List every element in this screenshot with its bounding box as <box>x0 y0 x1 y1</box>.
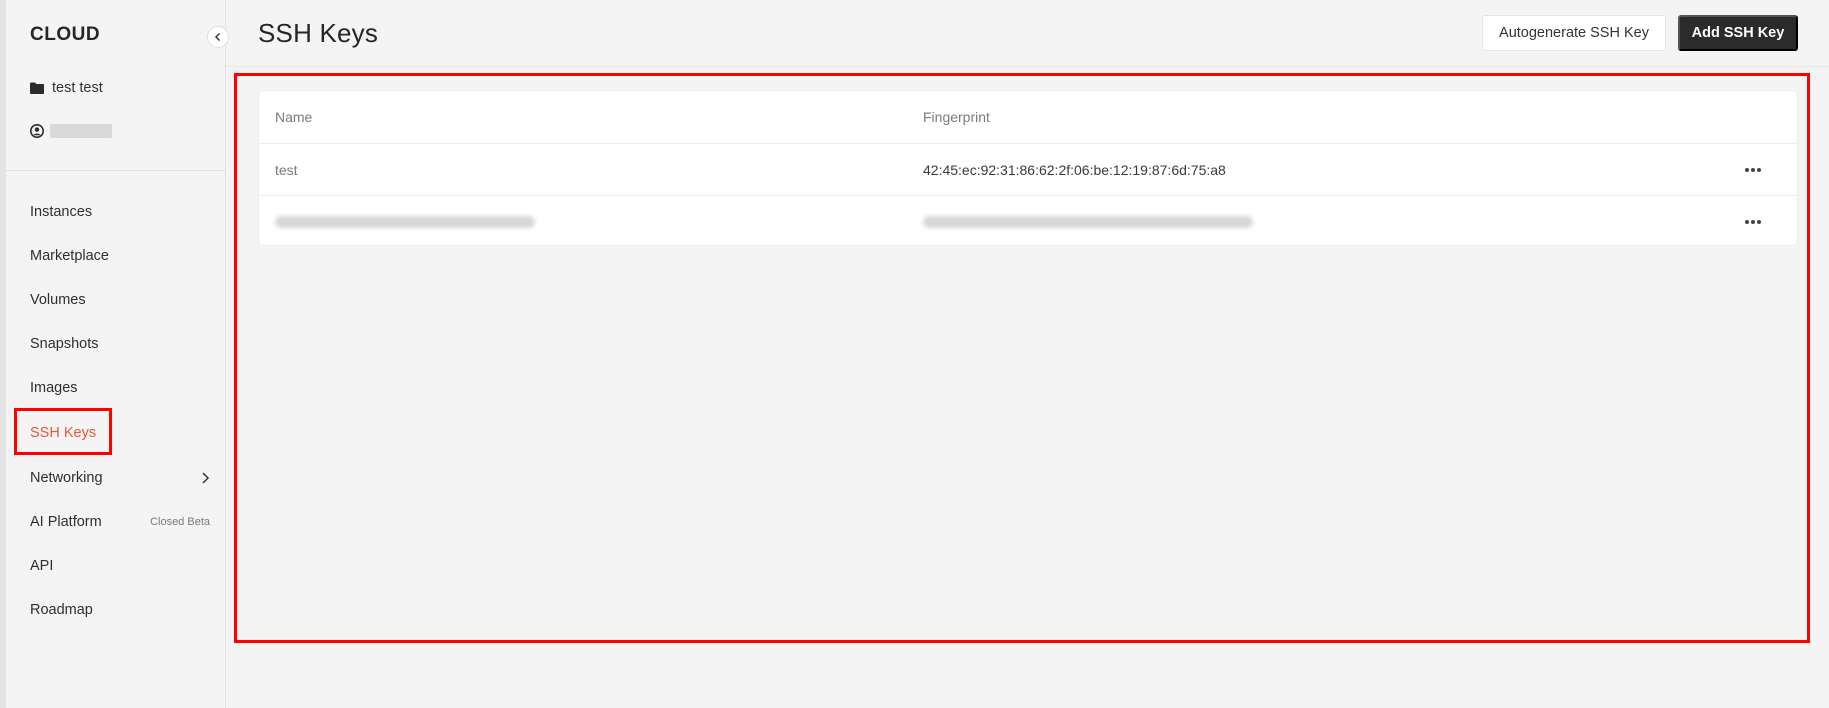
sidebar-item-ai-platform[interactable]: AI Platform Closed Beta <box>30 510 210 534</box>
header-divider <box>226 66 1829 67</box>
ssh-keys-highlight-outline <box>14 408 112 455</box>
ssh-key-name: test <box>275 161 298 178</box>
project-name: test test <box>52 80 103 96</box>
sidebar-item-instances[interactable]: Instances <box>30 200 210 224</box>
chevron-left-icon <box>214 32 221 42</box>
table-header-row: Name Fingerprint <box>259 91 1797 143</box>
sidebar-item-networking[interactable]: Networking <box>30 466 210 490</box>
sidebar: CLOUD test test Instances Marketplace Vo… <box>6 0 226 708</box>
table-row <box>259 195 1797 247</box>
sidebar-item-label: Roadmap <box>30 602 93 618</box>
sidebar-item-roadmap[interactable]: Roadmap <box>30 598 210 622</box>
column-header-fingerprint: Fingerprint <box>923 109 990 125</box>
autogenerate-ssh-key-button[interactable]: Autogenerate SSH Key <box>1482 15 1666 51</box>
brand-logo: CLOUD <box>30 24 101 45</box>
sidebar-item-label: Volumes <box>30 292 86 308</box>
chevron-right-icon <box>202 472 210 484</box>
sidebar-item-label: Instances <box>30 204 93 220</box>
add-ssh-key-button[interactable]: Add SSH Key <box>1678 15 1798 51</box>
account-name-redacted <box>50 124 112 138</box>
table-row: test 42:45:ec:92:31:86:62:2f:06:be:12:19… <box>259 143 1797 195</box>
sidebar-item-label: Images <box>30 380 78 396</box>
folder-icon <box>30 82 44 94</box>
ssh-keys-table: Name Fingerprint test 42:45:ec:92:31:86:… <box>258 90 1798 246</box>
row-actions-button[interactable] <box>1741 210 1765 234</box>
sidebar-item-label: API <box>30 558 54 574</box>
sidebar-item-api[interactable]: API <box>30 554 210 578</box>
column-header-name: Name <box>275 109 313 125</box>
sidebar-item-label: AI Platform <box>30 514 102 530</box>
more-horizontal-icon <box>1745 167 1761 172</box>
sidebar-item-label: Snapshots <box>30 336 99 352</box>
app-root: CLOUD test test Instances Marketplace Vo… <box>0 0 1829 708</box>
sidebar-item-snapshots[interactable]: Snapshots <box>30 332 210 356</box>
user-circle-icon <box>30 124 44 138</box>
row-actions-button[interactable] <box>1741 158 1765 182</box>
ssh-key-fingerprint-redacted <box>923 215 1253 228</box>
sidebar-item-images[interactable]: Images <box>30 376 210 400</box>
sidebar-collapse-button[interactable] <box>207 26 229 48</box>
sidebar-divider <box>6 170 225 171</box>
sidebar-item-label: Marketplace <box>30 248 109 264</box>
redacted-text <box>275 215 535 228</box>
project-selector[interactable]: test test <box>30 80 103 96</box>
account-selector[interactable] <box>30 124 112 138</box>
closed-beta-badge: Closed Beta <box>150 516 210 528</box>
more-horizontal-icon <box>1745 219 1761 224</box>
ssh-key-name-redacted <box>275 215 535 228</box>
sidebar-item-volumes[interactable]: Volumes <box>30 288 210 312</box>
page-title: SSH Keys <box>258 18 379 48</box>
redacted-text <box>923 215 1253 228</box>
sidebar-item-label: Networking <box>30 470 103 486</box>
ssh-key-fingerprint: 42:45:ec:92:31:86:62:2f:06:be:12:19:87:6… <box>923 161 1226 178</box>
sidebar-item-marketplace[interactable]: Marketplace <box>30 244 210 268</box>
